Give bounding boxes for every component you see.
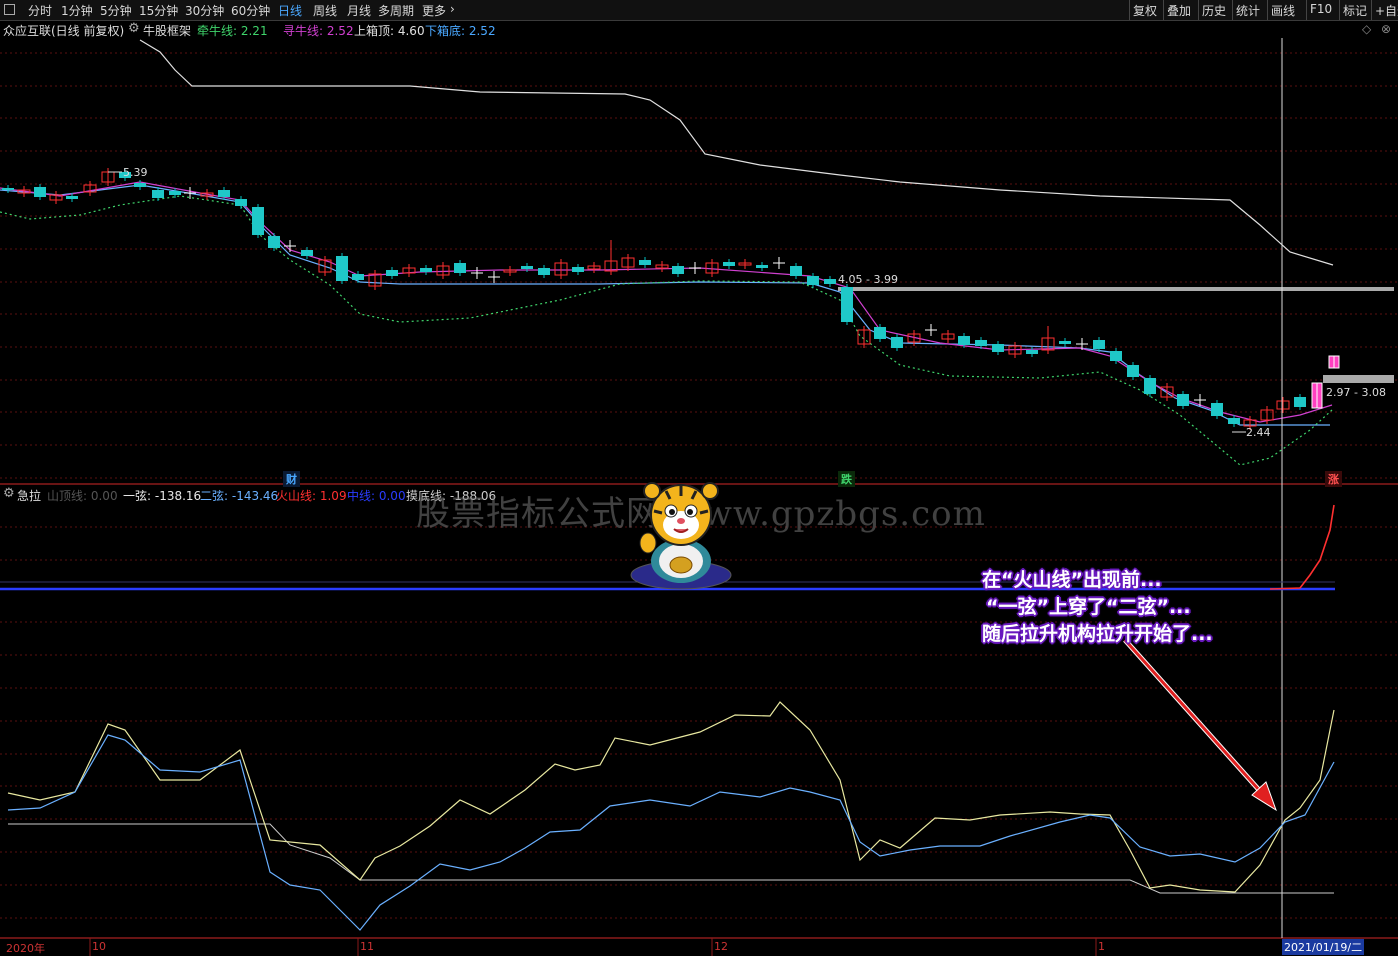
box-mid-label: 4.05 - 3.99: [838, 273, 898, 286]
candle-bear: [891, 337, 903, 348]
candle-bear: [1211, 403, 1223, 416]
sub-line-label-2: 一弦: -138.16: [123, 489, 202, 503]
candle-bear: [386, 270, 398, 276]
candle-bear: [874, 327, 886, 339]
candle-bear: [1294, 397, 1306, 407]
candle-bear: [1177, 394, 1189, 406]
annotation-line-1: 在“火山线”出现前...: [982, 569, 1162, 591]
box-right-bar: [1323, 375, 1394, 383]
string-2-line: [7, 734, 1335, 931]
high-price-label: 5.39: [123, 166, 148, 179]
sub-line-label-5: 中线: 0.00: [347, 489, 406, 503]
box-top-line: [139, 39, 1334, 266]
event-marker-finance[interactable]: 财: [283, 471, 300, 487]
candle-bear: [1110, 351, 1122, 361]
candle-bear: [521, 266, 533, 269]
candle-bear: [841, 287, 853, 322]
string-1-line: [7, 701, 1335, 893]
candle-bear: [538, 268, 550, 275]
seek-bull-line: [0, 181, 1333, 423]
candle-bear: [639, 260, 651, 265]
candle-bear: [572, 267, 584, 272]
low-price-label: 2.44: [1246, 426, 1271, 439]
candle-bear: [1228, 418, 1240, 424]
candle-bear: [218, 190, 230, 197]
sub-line-label-4: 火山线: 1.09: [276, 489, 347, 503]
candle-bear: [301, 250, 313, 256]
candle-bear: [1093, 340, 1105, 349]
candle-bear: [958, 336, 970, 345]
candle-bear: [1026, 350, 1038, 354]
date-label-year: 2020年: [6, 942, 45, 955]
candle-bear: [235, 199, 247, 206]
candle-bear: [1127, 365, 1139, 377]
candle-bear: [2, 188, 14, 190]
sub-line-label-1: 山顶线: 0.00: [47, 489, 118, 503]
candle-bear: [169, 191, 181, 195]
candle-bear: [672, 266, 684, 274]
candle-bear: [134, 183, 146, 187]
date-label-oct: 10: [92, 940, 106, 953]
candle-bear: [790, 266, 802, 276]
candle-bear: [34, 187, 46, 197]
candle-bear: [1144, 378, 1156, 394]
date-label-dec: 12: [714, 940, 728, 953]
sub-gear-icon[interactable]: ⚙: [3, 486, 15, 501]
candle-bear: [336, 256, 348, 281]
candle-bear: [268, 236, 280, 248]
annotation-arrow: [1123, 639, 1270, 801]
pull-bull-line: [0, 195, 1333, 466]
event-marker-fall[interactable]: 跌: [838, 471, 855, 487]
candle-bear: [252, 207, 264, 235]
candle-bear: [352, 274, 364, 280]
candle-bear: [454, 263, 466, 273]
box-bottom-line: [0, 184, 1330, 426]
candle-bear: [824, 279, 836, 284]
annotation-line-3: 随后拉升机构拉升开始了...: [982, 623, 1213, 645]
sub-line-label-3: 二弦: -143.46: [200, 489, 279, 503]
candle-bear: [66, 196, 78, 199]
candle-bear: [975, 340, 987, 346]
candle-bear: [807, 276, 819, 285]
candle-bear: [420, 268, 432, 272]
volcano-line: [1269, 504, 1335, 590]
box-mid-bar: [838, 287, 1394, 291]
sub-indicator-name[interactable]: 急拉: [17, 487, 41, 504]
candle-bear: [1059, 341, 1071, 344]
candle-bear: [992, 344, 1004, 352]
event-marker-rise[interactable]: 涨: [1325, 471, 1342, 487]
date-label-jan: 1: [1098, 940, 1105, 953]
candle-bear: [152, 190, 164, 198]
candle-bear: [756, 265, 768, 268]
annotation-line-2: “一弦”上穿了“二弦”...: [986, 596, 1191, 618]
cursor-date-label: 2021/01/19/二: [1282, 939, 1365, 955]
candle-bear: [723, 262, 735, 266]
tiger-mascot-icon: [630, 482, 732, 590]
box-right-label: 2.97 - 3.08: [1326, 386, 1386, 399]
date-label-nov: 11: [360, 940, 374, 953]
